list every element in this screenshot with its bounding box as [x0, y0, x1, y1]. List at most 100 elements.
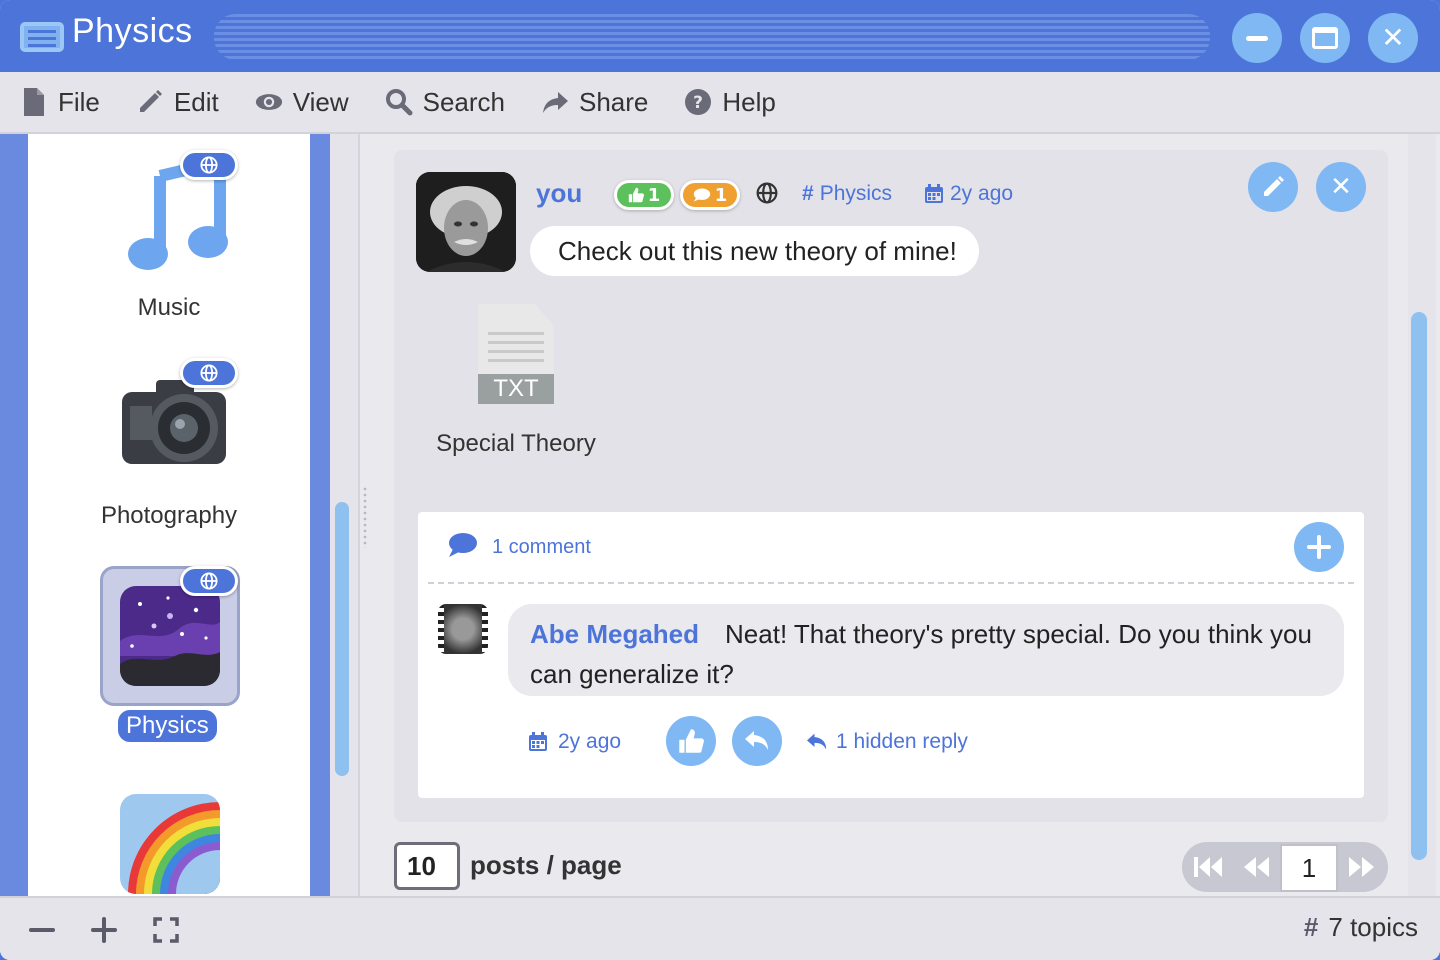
author-avatar[interactable] [416, 172, 516, 272]
menu-view-label: View [292, 86, 349, 117]
sidebar-item-label: Music [137, 294, 201, 321]
delete-post-button[interactable]: ✕ [1316, 162, 1366, 212]
menu-edit[interactable]: Edit [136, 87, 219, 118]
globe-icon [756, 182, 778, 204]
hashtag-icon: # [1303, 912, 1319, 942]
public-badge [180, 150, 238, 180]
status-bar: # 7 topics [0, 896, 1440, 960]
public-badge [180, 566, 238, 596]
post-message: Check out this new theory of mine! [530, 226, 979, 276]
maximize-icon [1312, 27, 1338, 49]
rewind-icon [1244, 857, 1269, 877]
topics-sidebar: Music Photography Physics [28, 134, 310, 896]
first-page-button[interactable] [1184, 842, 1232, 892]
menu-help-label: Help [722, 86, 776, 117]
attachment-file[interactable]: TXT Special Theory [424, 300, 608, 470]
likes-badge[interactable]: 1 [614, 180, 674, 210]
title-bar[interactable]: Physics ✕ [0, 0, 1440, 72]
post-topic: Physics [819, 182, 893, 205]
sidebar-item-label-selected: Physics [118, 710, 217, 742]
posts-per-page-input[interactable]: 10 [394, 842, 460, 890]
next-page-button[interactable] [1338, 842, 1386, 892]
add-comment-button[interactable] [1294, 522, 1344, 572]
maximize-button[interactable] [1300, 13, 1350, 63]
portrait-image [416, 172, 516, 272]
edit-post-button[interactable] [1248, 162, 1298, 212]
plus-icon [91, 917, 117, 943]
fast-forward-icon [1349, 857, 1374, 877]
menu-share[interactable]: Share [541, 87, 648, 118]
divider [428, 582, 1354, 584]
likes-count: 1 [647, 184, 661, 206]
rainbow-icon [120, 794, 220, 894]
current-page-input[interactable]: 1 [1280, 844, 1338, 892]
menu-help[interactable]: ? Help [684, 86, 776, 118]
post-time: 2y ago [950, 182, 1014, 205]
galaxy-icon [120, 586, 220, 686]
reply-comment-button[interactable] [732, 716, 782, 766]
menu-view[interactable]: View [255, 87, 349, 118]
eye-icon [255, 94, 282, 110]
calendar-icon [925, 184, 943, 203]
close-window-button[interactable]: ✕ [1368, 13, 1418, 63]
comment-bubble-icon [693, 188, 710, 202]
search-icon [385, 89, 413, 116]
comments-count[interactable]: 1 comment [492, 536, 591, 559]
menu-search[interactable]: Search [385, 87, 505, 118]
post-author[interactable]: you [536, 178, 582, 209]
thumbs-up-icon [628, 187, 644, 203]
close-icon: ✕ [1330, 172, 1352, 202]
post-date: 2y ago [924, 182, 1013, 206]
like-comment-button[interactable] [666, 716, 716, 766]
menu-file-label: File [58, 86, 100, 117]
help-icon: ? [685, 89, 712, 115]
topics-count: # 7 topics [1304, 912, 1418, 943]
globe-icon [200, 156, 218, 174]
pencil-icon [1264, 176, 1284, 196]
title-bar-drag-handle[interactable] [214, 14, 1210, 60]
close-icon: ✕ [1381, 21, 1405, 54]
comments-panel: 1 comment Abe Megahed Neat! That theory's… [418, 512, 1364, 798]
sidebar-scrollbar-thumb[interactable] [335, 502, 349, 776]
comment-time: 2y ago [558, 730, 622, 753]
menu-bar: File Edit View Search Share ? Help [0, 72, 1440, 134]
pencil-icon [139, 90, 162, 112]
posts-per-page-label: posts / page [470, 850, 622, 880]
posts-scrollbar-thumb[interactable] [1411, 312, 1427, 860]
post-visibility [756, 182, 778, 204]
topics-count-label: 7 topics [1328, 912, 1418, 942]
zoom-in-button[interactable] [86, 912, 122, 948]
post-topic-link[interactable]: # Physics [802, 182, 892, 206]
comment-author[interactable]: Abe Megahed [530, 619, 699, 649]
attachment-name: Special Theory [436, 430, 596, 457]
minus-icon [29, 928, 55, 932]
fullscreen-button[interactable] [148, 912, 184, 948]
comments-badge[interactable]: 1 [680, 180, 740, 210]
sidebar-item-music[interactable]: Music [28, 134, 310, 334]
expand-icon [153, 917, 179, 943]
plus-icon [1307, 535, 1331, 559]
commenter-avatar[interactable] [438, 604, 488, 654]
zoom-out-button[interactable] [24, 912, 60, 948]
previous-page-button[interactable] [1232, 842, 1280, 892]
reply-icon [807, 733, 827, 750]
globe-icon [200, 364, 218, 382]
file-extension: TXT [478, 374, 554, 404]
menu-file[interactable]: File [20, 87, 100, 118]
reply-icon [745, 731, 768, 750]
sidebar-item-photography[interactable]: Photography [28, 342, 310, 542]
minimize-button[interactable] [1232, 13, 1282, 63]
menu-share-label: Share [579, 86, 649, 117]
menu-search-label: Search [422, 86, 505, 117]
minimize-icon [1246, 35, 1268, 41]
thumbs-up-icon [679, 729, 704, 753]
calendar-icon [529, 732, 547, 751]
hidden-replies-link[interactable]: 1 hidden reply [806, 730, 968, 754]
share-icon [543, 92, 568, 113]
hashtag-icon: # [802, 182, 814, 205]
window-title: Physics [72, 12, 193, 50]
splitter-grip-icon[interactable] [362, 486, 368, 548]
file-icon [24, 88, 44, 116]
app-window: Physics ✕ File Edit View Search Share ? [0, 0, 1440, 960]
sidebar-item-rainbow[interactable] [28, 794, 310, 896]
